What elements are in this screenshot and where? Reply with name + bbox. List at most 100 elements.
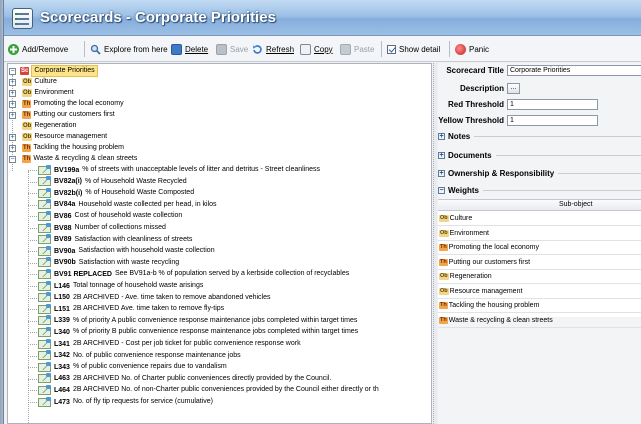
tree-node[interactable]: + Th Promoting the local economy: [9, 99, 124, 109]
weights-row[interactable]: Ob Resource management: [438, 285, 641, 299]
tree-node[interactable]: + Th Putting our customers first: [9, 110, 115, 120]
checkbox-checked-icon: [387, 44, 396, 54]
indicator-node[interactable]: BV91 REPLACED See BV91a-b % of population…: [38, 268, 350, 279]
title-bar[interactable]: Scorecards - Corporate Priorities: [4, 0, 641, 36]
indicator-node[interactable]: L473 No. of fly tip requests for service …: [38, 396, 213, 407]
scorecard-title-field[interactable]: Corporate Priorities: [507, 65, 641, 76]
weights-row-label: Environment: [449, 229, 489, 237]
indicator-code: L464: [54, 386, 70, 394]
tree-node[interactable]: + Ob Culture: [9, 77, 57, 87]
red-threshold-field[interactable]: 1: [507, 99, 598, 110]
weights-row[interactable]: Th Promoting the local economy: [438, 241, 641, 255]
indicator-node[interactable]: BV86 Cost of household waste collection: [38, 210, 183, 221]
refresh-button[interactable]: Refresh: [252, 42, 294, 56]
indicator-node[interactable]: L342 No. of public convenience response m…: [38, 350, 241, 361]
indicator-node[interactable]: BV89 Satisfaction with cleanliness of str…: [38, 234, 192, 245]
tree-node[interactable]: Ob Regeneration: [22, 121, 76, 131]
collapse-toggle-icon: −: [438, 186, 445, 194]
tree-connector: [28, 332, 37, 334]
indicator-node[interactable]: L341 2B ARCHIVED - Cost per job ticket fo…: [38, 338, 301, 349]
tree-connector: [28, 355, 37, 357]
documents-section-header[interactable]: + Documents: [438, 149, 641, 161]
add-remove-button[interactable]: Add/Remove: [8, 42, 68, 56]
weights-row[interactable]: Th Tackling the housing problem: [438, 299, 641, 313]
indicator-chart-icon: [38, 234, 51, 245]
tree-node[interactable]: + Ob Environment: [9, 88, 74, 98]
panel-splitter[interactable]: [433, 63, 437, 424]
weights-row[interactable]: Th Putting our customers first: [438, 256, 641, 270]
objective-badge-icon: Ob: [439, 229, 449, 237]
weights-row[interactable]: Ob Regeneration: [438, 270, 641, 284]
indicator-description: % of Household Waste Recycled: [85, 177, 187, 185]
weights-row[interactable]: Ob Culture: [438, 212, 641, 226]
scorecard-tree[interactable]: − Sc Corporate Priorities + Ob Culture +…: [7, 63, 432, 424]
indicator-node[interactable]: BV88 Number of collections missed: [38, 222, 166, 233]
theme-badge-icon: Th: [22, 155, 32, 163]
weights-row-label: Regeneration: [449, 273, 492, 280]
show-detail-checkbox[interactable]: Show detail: [387, 42, 440, 56]
indicator-node[interactable]: L150 2B ARCHIVED - Ave. time taken to rem…: [38, 292, 271, 303]
weights-section-header[interactable]: − Weights: [438, 184, 641, 196]
indicator-node[interactable]: L343% of public convenience repairs due …: [38, 361, 227, 372]
paste-button[interactable]: Paste: [340, 42, 374, 56]
yellow-threshold-field[interactable]: 1: [507, 115, 598, 126]
indicator-node[interactable]: BV199a% of streets with unacceptable lev…: [38, 164, 320, 175]
indicator-node[interactable]: BV82a(i)% of Household Waste Recycled: [38, 176, 187, 187]
description-edit-button[interactable]: ...: [507, 83, 520, 94]
indicator-code: BV86: [54, 212, 72, 220]
indicator-node[interactable]: BV84a Household waste collected per head,…: [38, 199, 217, 210]
save-icon: [216, 43, 227, 55]
tree-node-label: Promoting the local economy: [33, 100, 124, 107]
tree-node[interactable]: − Th Waste & recycling & clean streets: [9, 154, 137, 164]
expand-toggle[interactable]: +: [9, 100, 16, 108]
indicator-node[interactable]: L151 2B ARCHIVED Ave. time taken to remov…: [38, 303, 224, 314]
tree-connector: [28, 181, 37, 183]
indicator-description: Cost of household waste collection: [74, 212, 183, 220]
indicator-node[interactable]: L463 2B ARCHIVED No. of Charter public co…: [38, 373, 331, 384]
expand-toggle[interactable]: +: [9, 133, 16, 141]
indicator-node[interactable]: BV90a Satisfaction with household waste c…: [38, 245, 215, 256]
indicator-description: 2B ARCHIVED - Cost per job ticket for pu…: [72, 340, 301, 347]
weights-row[interactable]: Th Waste & recycling & clean streets: [438, 314, 641, 328]
indicator-chart-icon: [38, 176, 51, 187]
expand-toggle[interactable]: +: [9, 144, 16, 152]
indicator-node[interactable]: L146 Total tonnage of household waste ari…: [38, 280, 203, 291]
copy-button[interactable]: Copy: [300, 42, 333, 56]
collapse-toggle[interactable]: −: [9, 155, 16, 163]
tree-node-label: Waste & recycling & clean streets: [33, 155, 138, 162]
expand-toggle[interactable]: +: [9, 111, 16, 119]
indicator-node[interactable]: L339% of priority A public convenience r…: [38, 315, 357, 326]
tree-node[interactable]: + Ob Resource management: [9, 132, 107, 142]
weights-grid[interactable]: Sub-object Ob Culture Ob Environment Th Promo…: [438, 199, 641, 328]
notes-section-header[interactable]: + Notes: [438, 130, 641, 142]
collapse-toggle[interactable]: −: [9, 67, 16, 75]
tree-node-root[interactable]: − Sc Corporate Priorities: [9, 65, 98, 77]
delete-button[interactable]: Delete: [171, 42, 208, 56]
scorecard-badge-icon: Sc: [20, 67, 30, 75]
indicator-description: See BV91a-b % of population served by a …: [114, 270, 350, 278]
indicator-chart-icon: [38, 361, 51, 372]
tree-node[interactable]: + Th Tackling the housing problem: [9, 143, 124, 153]
indicator-node[interactable]: L340% of priority B public convenience r…: [38, 326, 358, 337]
tree-connector: [28, 228, 37, 229]
weights-column-header[interactable]: Sub-object: [438, 200, 641, 211]
theme-badge-icon: Th: [439, 316, 448, 324]
panic-button[interactable]: Panic: [455, 42, 489, 56]
expand-toggle[interactable]: +: [9, 89, 16, 97]
indicator-code: L463: [54, 375, 70, 383]
indicator-node[interactable]: BV90b Satisfaction with waste recycling: [38, 257, 179, 268]
tree-connector: [28, 170, 37, 171]
ownership-section-header[interactable]: + Ownership & Responsibility: [438, 167, 641, 179]
weights-row[interactable]: Ob Environment: [438, 227, 641, 241]
window-title: Scorecards - Corporate Priorities: [40, 9, 276, 26]
tree-node-label: Regeneration: [34, 122, 77, 129]
magnifier-icon: [90, 44, 101, 55]
expand-toggle-icon: +: [438, 169, 445, 177]
indicator-code: BV82b(i): [54, 189, 83, 197]
save-button[interactable]: Save: [216, 42, 248, 56]
indicator-node[interactable]: BV82b(i)% of Household Waste Composted: [38, 187, 194, 198]
explore-from-here-button[interactable]: Explore from here: [90, 42, 168, 56]
expand-toggle[interactable]: +: [9, 78, 16, 86]
indicator-node[interactable]: L464 2B ARCHIVED No. of non-Charter publi…: [38, 384, 379, 395]
weights-row-label: Promoting the local economy: [448, 244, 540, 251]
